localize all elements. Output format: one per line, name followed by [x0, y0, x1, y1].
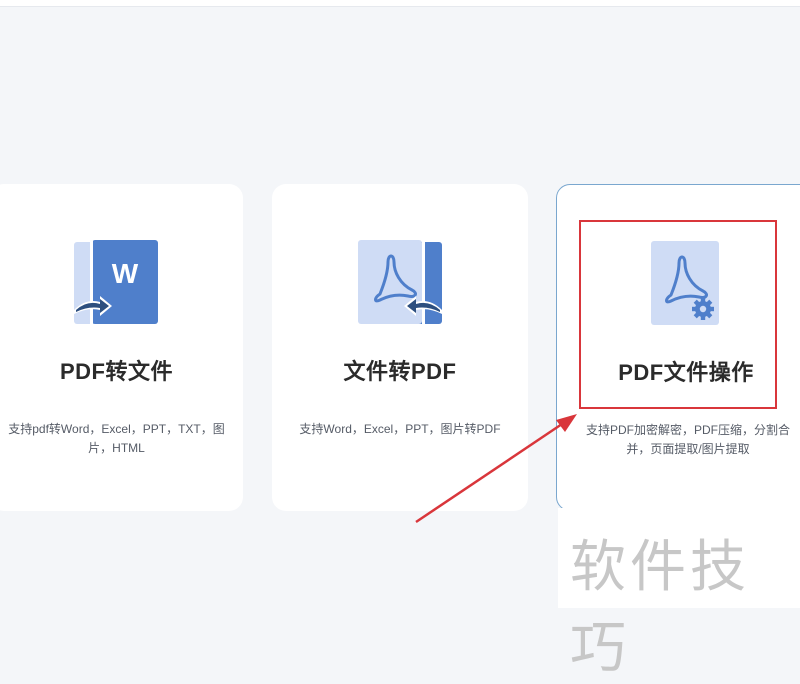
watermark: 软件技巧	[558, 508, 800, 681]
watermark-text: 软件技巧	[570, 535, 750, 681]
